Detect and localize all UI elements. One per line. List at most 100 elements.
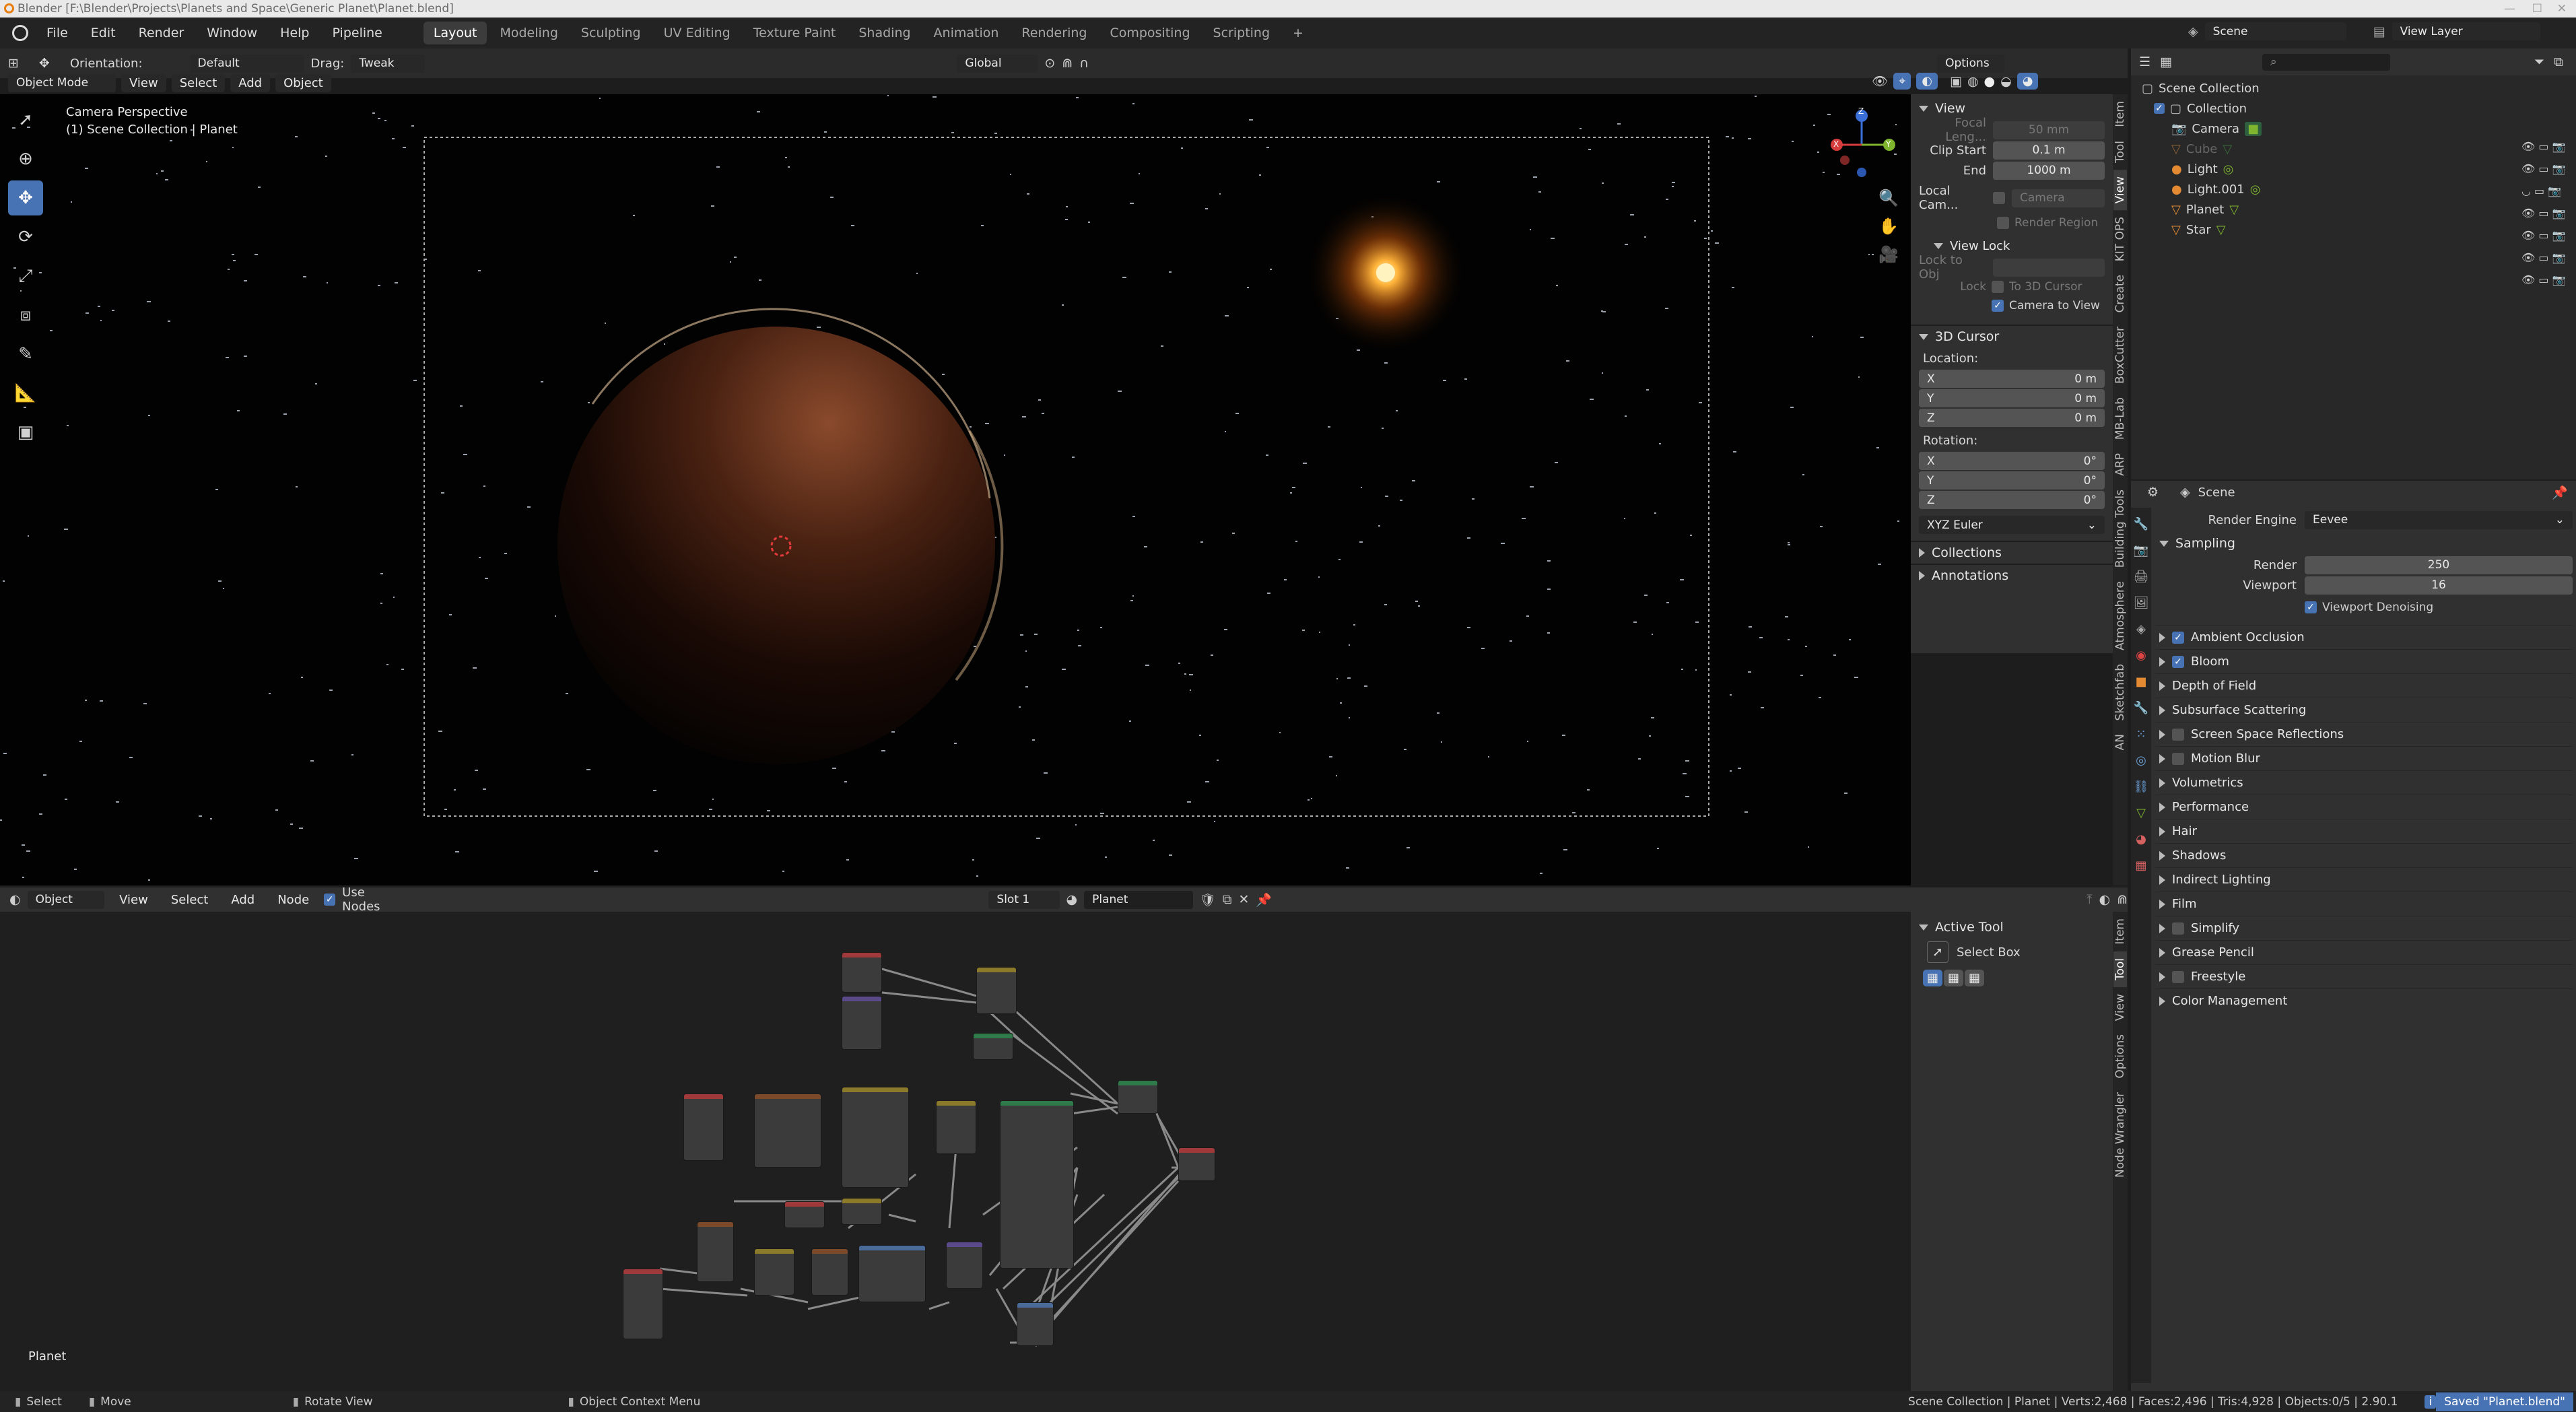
tab-view[interactable]: View	[2113, 169, 2127, 211]
minimize-icon[interactable]: —	[2504, 0, 2515, 18]
node-tab-node-wrangler[interactable]: Node Wrangler	[2113, 1085, 2127, 1184]
shader-node[interactable]	[697, 1221, 734, 1282]
rotation-mode-select[interactable]: XYZ Euler ⌄	[1919, 516, 2105, 534]
local-camera-field[interactable]: Camera	[2012, 189, 2105, 207]
tab-an[interactable]: AN	[2113, 727, 2127, 757]
local-camera-checkbox[interactable]	[1993, 192, 2005, 204]
eye-icon[interactable]: 👁 ▭ 📷	[2521, 140, 2566, 153]
scale-tool-icon[interactable]: ⤢	[8, 259, 43, 294]
section-freestyle[interactable]: Freestyle	[2155, 964, 2573, 988]
snap-node-icon[interactable]: ⋒	[2117, 892, 2128, 907]
tab-compositing[interactable]: Compositing	[1099, 22, 1200, 44]
menu-render[interactable]: Render	[130, 26, 193, 40]
shader-node[interactable]	[858, 1245, 926, 1302]
shader-node[interactable]	[842, 1087, 909, 1188]
object-props-icon[interactable]: ■	[2135, 675, 2146, 689]
menu-help[interactable]: Help	[271, 26, 318, 40]
orientation-select[interactable]: Default	[189, 54, 304, 73]
rotate-tool-icon[interactable]: ⟳	[8, 220, 43, 255]
xray-icon[interactable]: ▣	[1950, 74, 1962, 89]
to-3d-cursor-checkbox[interactable]	[1992, 281, 2004, 293]
shader-node[interactable]	[1017, 1302, 1054, 1346]
cursor-panel-header[interactable]: 3D Cursor	[1911, 325, 2113, 347]
cursor-rot-z[interactable]: Z 0°	[1919, 491, 2105, 509]
viewport-menu-add[interactable]: Add	[230, 73, 271, 92]
options-button[interactable]: Options	[1937, 54, 2005, 73]
viewport-menu-object[interactable]: Object	[275, 73, 331, 92]
collections-panel-header[interactable]: Collections	[1911, 541, 2113, 564]
clip-end-field[interactable]: 1000 m	[1993, 161, 2105, 180]
cursor-rot-y[interactable]: Y 0°	[1919, 471, 2105, 490]
section-simplify[interactable]: Simplify	[2155, 916, 2573, 940]
shader-type-select[interactable]: Object	[27, 890, 105, 909]
menu-pipeline[interactable]: Pipeline	[324, 26, 391, 40]
scene-field[interactable]: Scene	[2204, 22, 2346, 40]
physics-props-icon[interactable]: ◎	[2136, 753, 2146, 768]
shader-node[interactable]	[623, 1269, 663, 1339]
shader-node[interactable]	[976, 967, 1017, 1014]
tab-scripting[interactable]: Scripting	[1203, 22, 1281, 44]
section-checkbox[interactable]: ✓	[2172, 631, 2184, 644]
cursor-tool-icon[interactable]: ⊕	[8, 141, 43, 176]
node-menu-view[interactable]: View	[111, 891, 156, 909]
focal-length-field[interactable]: 50 mm	[1993, 121, 2105, 139]
eye-icon[interactable]: ◡ ▭ 📷	[2521, 184, 2566, 197]
section-volumetrics[interactable]: Volumetrics	[2155, 770, 2573, 795]
editor-type-icon[interactable]: ⊞	[8, 56, 19, 71]
modifier-props-icon[interactable]: 🔧	[2134, 701, 2148, 715]
pin-node-icon[interactable]: 📌	[1256, 892, 1272, 908]
tab-arp[interactable]: ARP	[2113, 446, 2127, 483]
outliner-item-light[interactable]: ● Light ◎	[2142, 159, 2576, 179]
menu-edit[interactable]: Edit	[82, 26, 125, 40]
overlay-toggle-icon[interactable]: ◐	[1916, 73, 1938, 90]
shader-node[interactable]	[754, 1248, 794, 1296]
menu-window[interactable]: Window	[198, 26, 266, 40]
pivot-icon[interactable]: ⊙	[1044, 56, 1055, 71]
shader-node[interactable]	[1118, 1080, 1158, 1114]
tab-shading[interactable]: Shading	[848, 22, 920, 44]
material-name-field[interactable]: Planet	[1084, 890, 1193, 909]
render-region-checkbox[interactable]	[1997, 217, 2009, 229]
properties-type-icon[interactable]: ⚙	[2147, 485, 2159, 500]
section-checkbox[interactable]	[2172, 970, 2184, 983]
clip-start-field[interactable]: 0.1 m	[1993, 141, 2105, 160]
eye-icon[interactable]: 👁 ▭ 📷	[2521, 229, 2566, 242]
shading-wireframe-icon[interactable]: ◍	[1967, 74, 1979, 89]
tab-texture-paint[interactable]: Texture Paint	[743, 22, 846, 44]
view-layer-field[interactable]: View Layer	[2392, 22, 2540, 40]
drag-select[interactable]: Tweak	[351, 54, 426, 73]
cursor-rot-x[interactable]: X 0°	[1919, 452, 2105, 470]
pan-icon[interactable]: ✋	[1878, 217, 1899, 236]
select-subtract-icon[interactable]: ▦	[1965, 970, 1985, 986]
display-mode-icon[interactable]: ▦	[2160, 55, 2172, 69]
mode-select[interactable]: Object Mode	[8, 73, 116, 92]
node-tab-item[interactable]: Item	[2113, 912, 2127, 951]
section-color-management[interactable]: Color Management	[2155, 988, 2573, 1013]
node-menu-add[interactable]: Add	[223, 891, 263, 909]
constraints-props-icon[interactable]: ⛓	[2134, 780, 2149, 794]
shader-node[interactable]	[1178, 1147, 1215, 1181]
select-new-icon[interactable]: ▦	[1923, 970, 1943, 986]
section-screen-space-reflections[interactable]: Screen Space Reflections	[2155, 722, 2573, 746]
snap-icon[interactable]: ⋒	[1062, 56, 1073, 71]
annotate-tool-icon[interactable]: ✎	[8, 337, 43, 372]
gizmo-toggle-icon[interactable]: ⌖	[1893, 73, 1911, 90]
section-subsurface-scattering[interactable]: Subsurface Scattering	[2155, 698, 2573, 722]
proportional-icon[interactable]: ∩	[1079, 56, 1089, 71]
shader-node[interactable]	[842, 1198, 882, 1225]
texture-props-icon[interactable]: ▦	[2135, 859, 2146, 873]
eye-icon[interactable]: 👁 ▭ 📷	[2521, 207, 2566, 220]
pin-icon[interactable]: 📌	[2552, 485, 2568, 500]
use-nodes-checkbox[interactable]: ✓	[324, 894, 336, 906]
outliner-type-icon[interactable]: ☰	[2139, 55, 2150, 69]
new-collection-icon[interactable]: ⧉	[2554, 55, 2563, 69]
node-menu-node[interactable]: Node	[269, 891, 317, 909]
navigation-gizmo[interactable]: Z Y X	[1825, 106, 1899, 182]
measure-tool-icon[interactable]: 📐	[8, 376, 43, 411]
viewport-menu-view[interactable]: View	[121, 73, 166, 92]
camera-to-view-checkbox[interactable]: ✓	[1992, 300, 2004, 312]
transform-tool-icon[interactable]: ⧈	[8, 298, 43, 333]
add-cube-tool-icon[interactable]: ▣	[8, 415, 43, 450]
annotations-panel-header[interactable]: Annotations	[1911, 564, 2113, 586]
section-motion-blur[interactable]: Motion Blur	[2155, 746, 2573, 770]
